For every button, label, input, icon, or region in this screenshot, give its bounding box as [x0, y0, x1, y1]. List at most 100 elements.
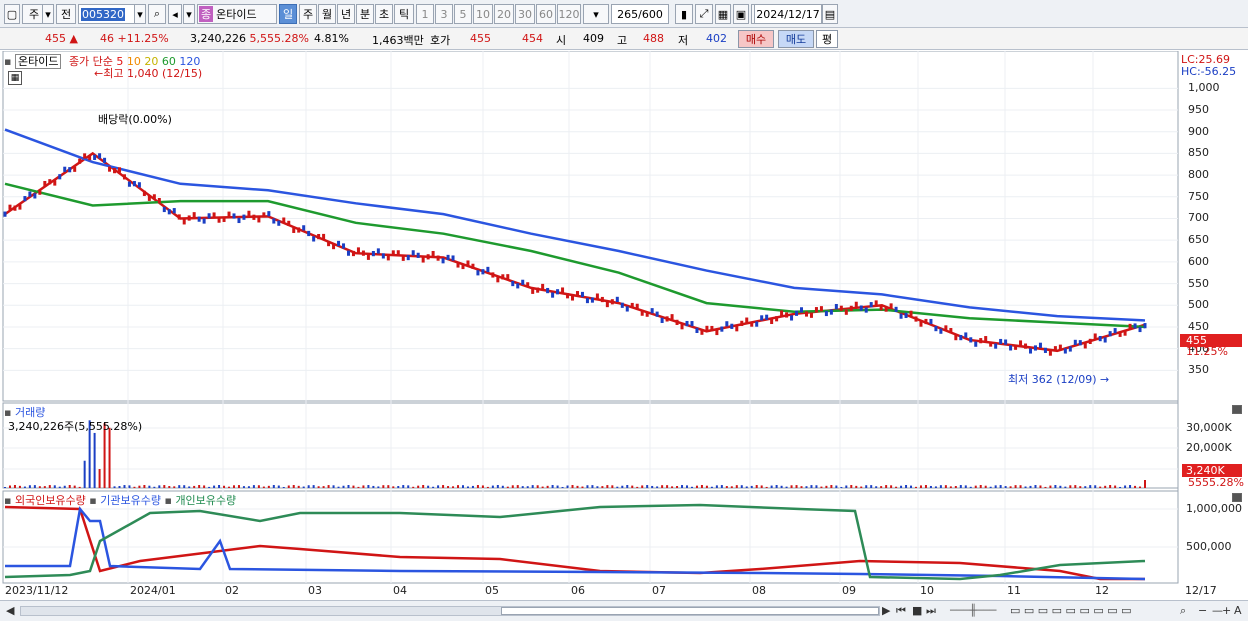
maximize-icon[interactable] [1232, 493, 1242, 502]
date-field[interactable]: 2024/12/17 [754, 4, 822, 24]
volume-bar [641, 485, 644, 488]
interval-label: 10 [476, 7, 490, 21]
candle [630, 302, 634, 309]
candle [660, 317, 664, 323]
stock-code-input[interactable]: 005320 [78, 4, 136, 24]
period-day[interactable]: 일 [279, 4, 297, 24]
calendar-icon[interactable]: ▤ [822, 4, 838, 24]
candle [1133, 323, 1137, 329]
eval-button[interactable]: 평 [816, 30, 838, 48]
candle-type-icon[interactable]: ▮ [675, 4, 693, 24]
interval-120[interactable]: 120 [557, 4, 581, 24]
chart-canvas[interactable] [0, 51, 1248, 601]
last-page-icon[interactable]: ⏭ [926, 604, 936, 618]
save-icon[interactable]: ▣ [733, 4, 749, 24]
scroll-bar[interactable]: ◀ ▶ ⏮ ■ ⏭ ───╫─── ▭ ▭ ▭ ▭ ▭ ▭ ▭ ▭ ▭ ⌕ − … [0, 600, 1248, 621]
x-tick-label: 2023/11/12 [5, 584, 69, 597]
volume-bar [198, 485, 201, 488]
candle [750, 321, 754, 327]
candle [914, 316, 918, 322]
interval-10[interactable]: 10 [473, 4, 493, 24]
period-year[interactable]: 년 [337, 4, 355, 24]
volume-bar [223, 485, 226, 488]
zoom-icon[interactable]: ⌕ [1180, 604, 1186, 618]
candle [187, 215, 191, 221]
volume-bar [432, 486, 435, 488]
layout-icons[interactable]: ▭ ▭ ▭ ▭ ▭ ▭ ▭ ▭ ▭ [1010, 604, 1132, 617]
scroll-track[interactable] [20, 606, 880, 616]
period-minute[interactable]: 분 [356, 4, 374, 24]
candle [401, 255, 405, 261]
price-tick-label: 550 [1188, 276, 1209, 290]
candle [481, 269, 485, 275]
x-tick-label: 12 [1095, 584, 1109, 597]
buy-button[interactable]: 매수 [738, 30, 774, 48]
volume-bar [1094, 485, 1097, 488]
interval-30[interactable]: 30 [515, 4, 535, 24]
zoom-in-icon[interactable]: + [1222, 604, 1231, 617]
period-tick[interactable]: 틱 [394, 4, 414, 24]
table-icon[interactable]: ▦ [8, 71, 22, 85]
zoom-out-icon[interactable]: − [1198, 604, 1207, 617]
volume-bar [4, 487, 6, 488]
custom-interval-dropdown[interactable]: ▾ [583, 4, 609, 24]
volume-bar [506, 486, 509, 488]
candle [471, 263, 475, 269]
candle [1118, 331, 1122, 337]
candle [556, 289, 560, 295]
candle [317, 233, 321, 240]
grid-icon[interactable]: ▦ [715, 4, 731, 24]
maximize-icon[interactable] [1232, 405, 1242, 414]
stock-name-field[interactable]: 종 온타이드 [197, 4, 277, 24]
chevron-down-icon[interactable]: ▾ [42, 4, 54, 24]
sell-button[interactable]: 매도 [778, 30, 814, 48]
chevron-down-icon[interactable]: ▾ [183, 4, 195, 24]
zoom-slider-icon[interactable]: ───╫─── [950, 604, 996, 617]
period-label: 일 [282, 8, 294, 21]
scroll-right-icon[interactable]: ▶ [882, 604, 890, 617]
stock-code-value: 005320 [81, 7, 125, 21]
speaker-icon[interactable]: ◂ [168, 4, 182, 24]
candle [595, 293, 599, 299]
window-menu-icon[interactable]: ▢ [4, 4, 20, 24]
volume-bar [417, 485, 420, 488]
candle [889, 303, 893, 309]
interval-5[interactable]: 5 [454, 4, 472, 24]
font-size-icon[interactable]: A [1234, 604, 1242, 617]
scroll-thumb[interactable] [501, 607, 879, 615]
count-field[interactable]: 265/600 [611, 4, 669, 24]
interval-20[interactable]: 20 [494, 4, 514, 24]
volume-bar [805, 486, 808, 488]
candle [446, 254, 450, 261]
candle [979, 338, 983, 344]
volume-tick-label: 30,000K [1186, 421, 1232, 434]
volume-bar [710, 486, 713, 488]
stop-icon[interactable]: ■ [912, 604, 922, 617]
volume-bar [556, 485, 559, 488]
candle [73, 166, 77, 172]
draw-line-icon[interactable]: ⤢ [695, 4, 713, 24]
period-month[interactable]: 월 [318, 4, 336, 24]
volume-current-pct: 5555.28% [1188, 476, 1244, 489]
chart-area[interactable]: ▪ 온타이드 종가 단순 5 10 20 60 120 ▦ ←최고 1,040 … [0, 51, 1248, 601]
volume-bar [621, 485, 624, 488]
scroll-left-icon[interactable]: ◀ [6, 604, 14, 617]
interval-1[interactable]: 1 [416, 4, 434, 24]
volume-bar [213, 485, 216, 488]
candle [1138, 326, 1142, 333]
period-second[interactable]: 초 [375, 4, 393, 24]
change: 46 [100, 32, 114, 45]
chevron-down-icon[interactable]: ▾ [134, 4, 146, 24]
interval-60[interactable]: 60 [536, 4, 556, 24]
first-page-icon[interactable]: ⏮ [896, 604, 906, 618]
item-dropdown[interactable]: 전 [56, 4, 76, 24]
foreign-legend: 외국인보유수량 [14, 494, 86, 507]
period-week[interactable]: 주 [299, 4, 317, 24]
volume-value: 3,240,226 5,555.28% [190, 32, 309, 45]
search-icon[interactable]: ⌕ [148, 4, 166, 24]
candle [491, 272, 495, 278]
interval-3[interactable]: 3 [435, 4, 453, 24]
volume-bar [845, 485, 848, 488]
volume-bar [332, 485, 335, 488]
candle [919, 321, 923, 327]
